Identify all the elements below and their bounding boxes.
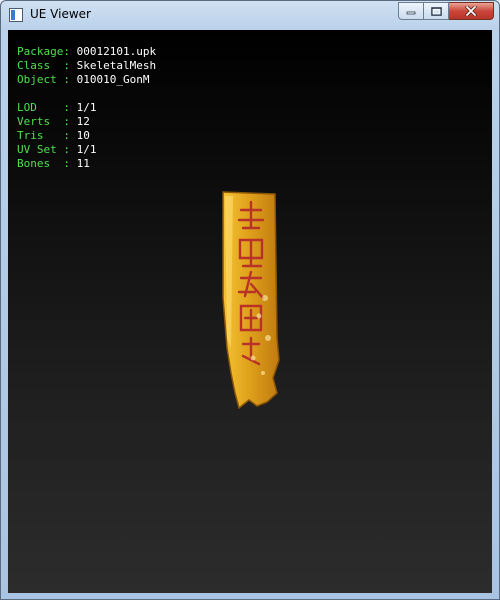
info-verts-label: Verts : (17, 115, 77, 128)
maximize-button[interactable] (424, 2, 449, 20)
info-tris-value: 10 (76, 129, 90, 142)
close-button[interactable] (449, 2, 494, 20)
info-verts-value: 12 (76, 115, 90, 128)
info-lod-label: LOD : (17, 101, 77, 114)
minimize-button[interactable] (398, 2, 424, 20)
app-window: UE Viewer Package: 00012101.upk Class: … (0, 0, 500, 600)
info-object-value: 010010_GonM (76, 73, 150, 86)
info-package-value: 00012101.upk (76, 45, 157, 58)
info-package: Package: 00012101.upk (17, 45, 156, 59)
close-icon (465, 6, 477, 16)
info-uvset: UV Set : 1/1 (17, 143, 156, 157)
info-bones: Bones : 11 (17, 157, 156, 171)
info-object: Object : 010010_GonM (17, 73, 156, 87)
info-bones-label: Bones : (17, 157, 77, 170)
info-tris-label: Tris : (17, 129, 77, 142)
3d-viewport[interactable]: Package: 00012101.upk Class : SkeletalMe… (8, 30, 492, 593)
window-title: UE Viewer (30, 7, 91, 21)
info-class-value: SkeletalMesh (76, 59, 157, 72)
info-object-label: Object : (17, 73, 77, 86)
app-icon[interactable] (9, 8, 23, 22)
window-controls (398, 2, 494, 20)
info-lod: LOD : 1/1 (17, 101, 156, 115)
info-tris: Tris : 10 (17, 129, 156, 143)
info-package-label: Package: (17, 45, 77, 58)
info-bones-value: 11 (76, 157, 90, 170)
info-lod-value: 1/1 (76, 101, 97, 114)
info-class: Class : SkeletalMesh (17, 59, 156, 73)
minimize-icon (406, 11, 416, 15)
info-uvset-value: 1/1 (76, 143, 97, 156)
info-uvset-label: UV Set : (17, 143, 77, 156)
info-verts: Verts : 12 (17, 115, 156, 129)
mesh-info-panel: Package: 00012101.upk Class : SkeletalMe… (17, 45, 156, 171)
maximize-icon (430, 6, 442, 16)
title-bar[interactable]: UE Viewer (1, 1, 499, 30)
info-class-label: Class : (17, 59, 77, 72)
talisman-mesh[interactable] (213, 188, 293, 418)
